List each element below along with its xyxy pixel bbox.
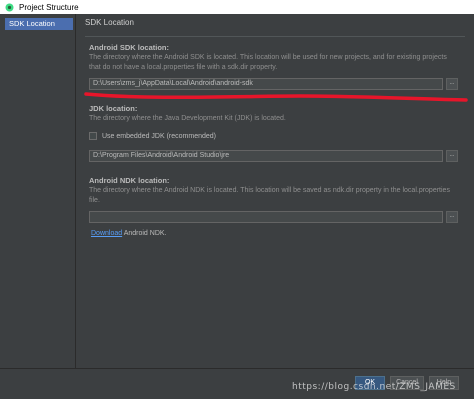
embedded-jdk-option[interactable]: Use embedded JDK (recommended) bbox=[89, 132, 216, 140]
android-ndk-browse-button[interactable]: ... bbox=[446, 211, 458, 223]
window-title: Project Structure bbox=[19, 2, 79, 12]
android-ndk-title: Android NDK location: bbox=[89, 176, 170, 185]
sdk-location-panel: SDK Location Android SDK location: The d… bbox=[77, 14, 474, 399]
sidebar-item-sdk-location[interactable]: SDK Location bbox=[5, 18, 73, 30]
android-sdk-description: The directory where the Android SDK is l… bbox=[89, 54, 447, 71]
jdk-browse-button[interactable]: ... bbox=[446, 150, 458, 162]
android-sdk-path-field[interactable]: D:\Users\zms_j\AppData\Local\Android\and… bbox=[89, 78, 443, 90]
title-bar: Project Structure bbox=[0, 0, 474, 14]
android-ndk-description: The directory where the Android NDK is l… bbox=[89, 187, 450, 204]
android-studio-icon bbox=[5, 3, 14, 12]
embedded-jdk-checkbox[interactable] bbox=[89, 132, 97, 140]
watermark: https://blog.csdn.net/ZMS_JAMES bbox=[292, 382, 456, 392]
sidebar: SDK Location bbox=[0, 14, 76, 399]
embedded-jdk-label[interactable]: Use embedded JDK (recommended) bbox=[102, 133, 216, 140]
page-title: SDK Location bbox=[85, 18, 134, 27]
divider bbox=[85, 36, 465, 37]
android-sdk-browse-button[interactable]: ... bbox=[446, 78, 458, 90]
android-ndk-path-field[interactable] bbox=[89, 211, 443, 223]
download-ndk-text: Android NDK. bbox=[122, 230, 167, 237]
download-ndk-link[interactable]: Download bbox=[91, 230, 122, 237]
jdk-path-field[interactable]: D:\Program Files\Android\Android Studio\… bbox=[89, 150, 443, 162]
vertical-scrollbar[interactable] bbox=[467, 14, 474, 386]
jdk-title: JDK location: bbox=[89, 104, 138, 113]
android-sdk-title: Android SDK location: bbox=[89, 43, 169, 52]
download-ndk-row: Download Android NDK. bbox=[91, 230, 167, 237]
jdk-description: The directory where the Java Development… bbox=[89, 115, 286, 122]
